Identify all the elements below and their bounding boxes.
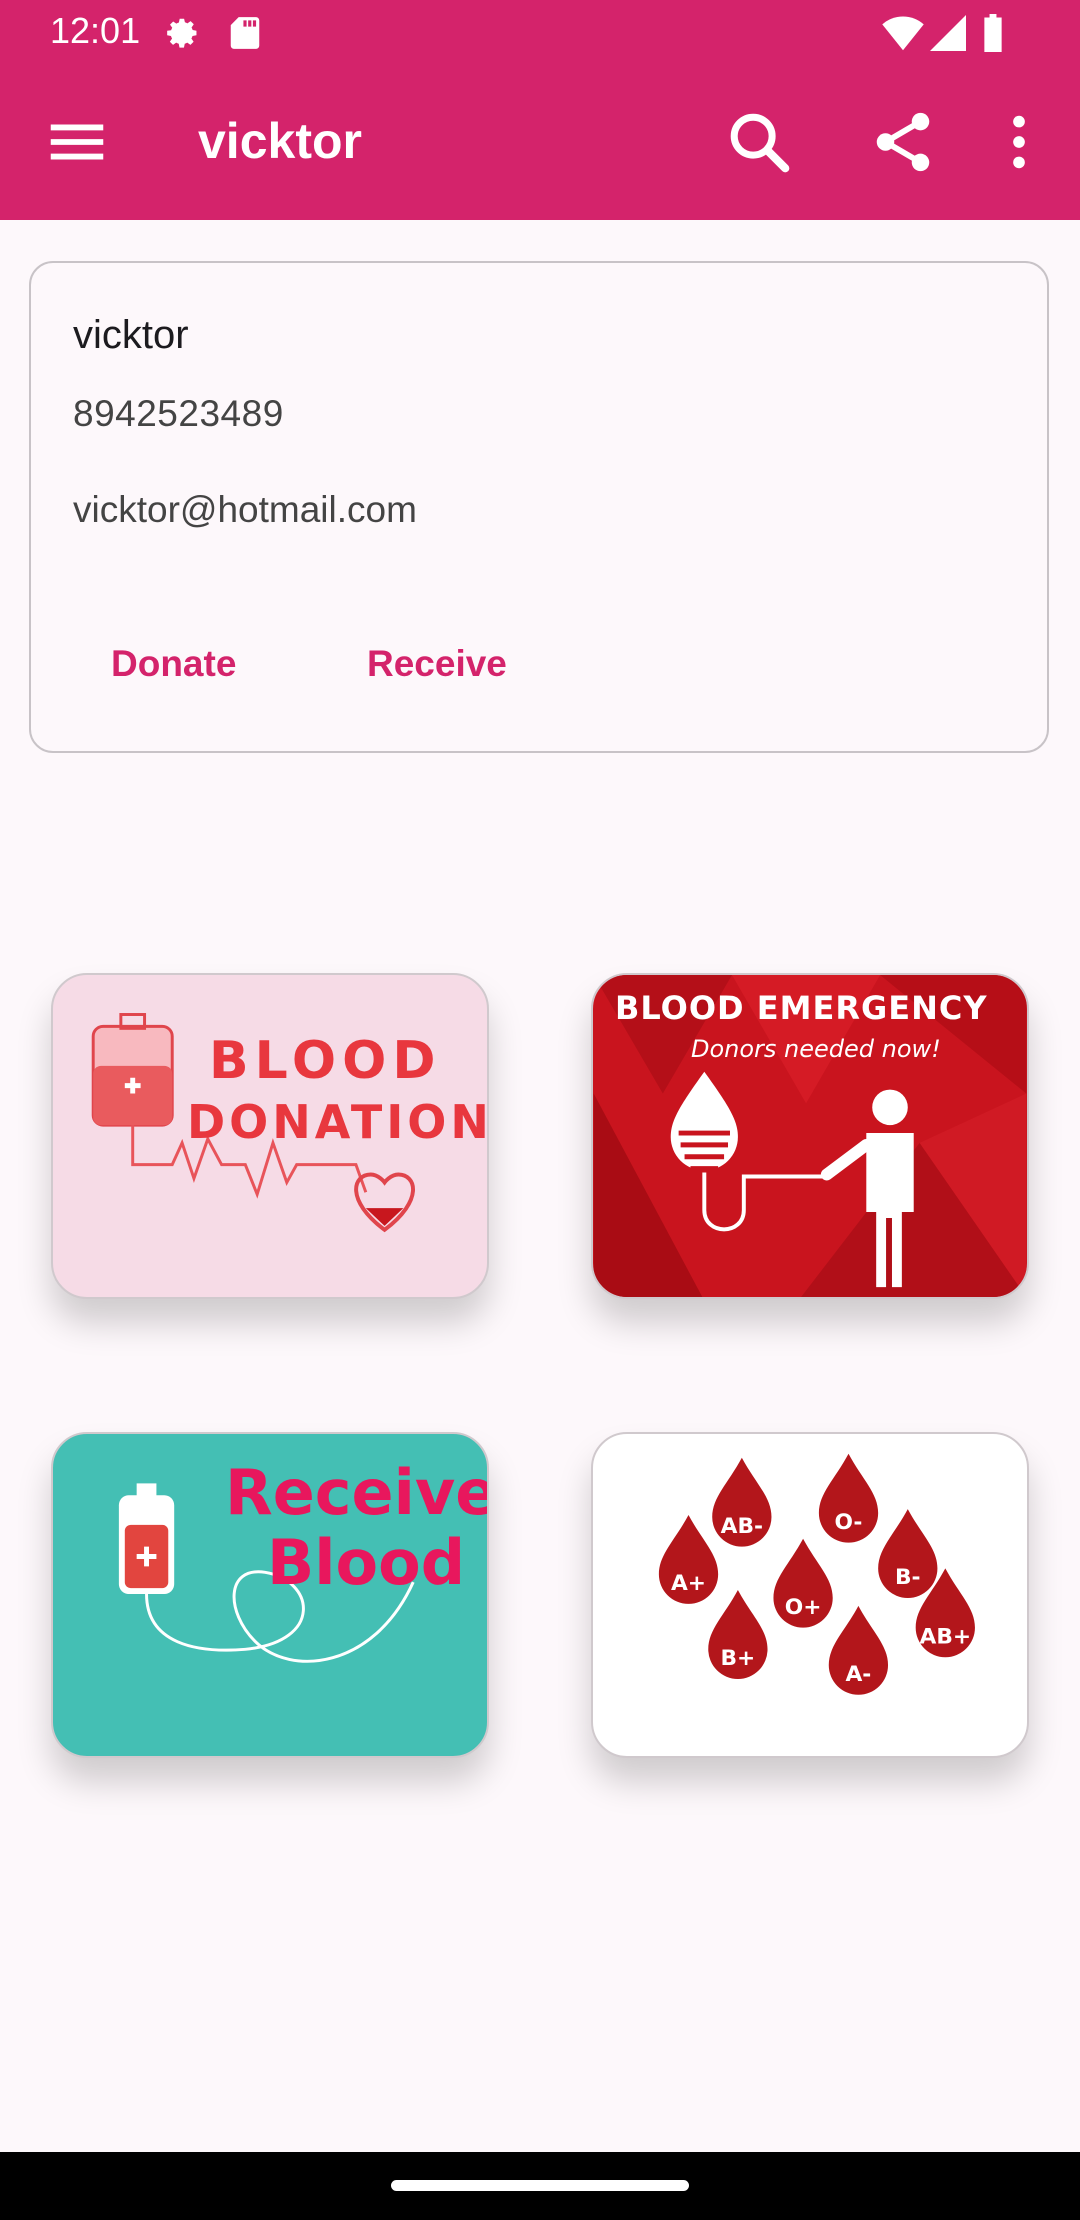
blood-types-tile[interactable]: AB- O- B- A+ O+ AB+ B+ A- — [591, 1432, 1029, 1758]
blood-type-label: O- — [835, 1510, 863, 1535]
more-vert-icon[interactable] — [984, 107, 1054, 177]
profile-name: vicktor — [73, 313, 189, 357]
search-icon[interactable] — [724, 107, 794, 177]
menu-icon[interactable] — [42, 107, 112, 177]
blood-types-illustration: AB- O- B- A+ O+ AB+ B+ A- — [658, 1453, 975, 1695]
profile-email: vicktor@hotmail.com — [73, 489, 417, 530]
receive-blood-line2: Blood — [267, 1526, 466, 1599]
sd-card-icon — [228, 14, 262, 57]
blood-donation-line1: BLOOD — [209, 1031, 442, 1091]
app-bar: 12:01 vicktor — [0, 0, 1080, 220]
signal-icon — [930, 14, 966, 57]
status-time: 12:01 — [50, 10, 141, 51]
share-icon[interactable] — [868, 107, 938, 177]
blood-type-label: A- — [845, 1662, 871, 1687]
blood-emergency-subtitle: Donors needed now! — [691, 1035, 941, 1063]
blood-type-label: A+ — [671, 1571, 706, 1596]
blood-drop-3: B- — [878, 1509, 938, 1598]
settings-icon — [164, 14, 202, 57]
battery-icon — [982, 14, 1004, 57]
blood-type-label: O+ — [785, 1595, 822, 1620]
home-gesture-handle[interactable] — [391, 2180, 689, 2191]
blood-type-label: AB- — [721, 1514, 763, 1539]
blood-drop-4: A+ — [658, 1514, 719, 1604]
blood-donation-line2: DONATION — [187, 1095, 489, 1149]
blood-type-label: B+ — [721, 1646, 756, 1671]
wifi-icon — [882, 14, 924, 57]
receive-blood-line1: Receive — [225, 1456, 489, 1529]
profile-card: vicktor 8942523489 vicktor@hotmail.com D… — [29, 261, 1049, 753]
blood-donation-tile[interactable]: BLOOD DONATION — [51, 973, 489, 1299]
profile-phone: 8942523489 — [73, 393, 284, 434]
blood-type-label: AB+ — [920, 1624, 972, 1649]
blood-emergency-title: BLOOD EMERGENCY — [615, 989, 988, 1027]
receive-button[interactable]: Receive — [367, 643, 507, 685]
status-bar: 12:01 — [0, 0, 1080, 66]
donate-button[interactable]: Donate — [111, 643, 236, 685]
blood-emergency-tile[interactable]: BLOOD EMERGENCY Donors needed now! — [591, 973, 1029, 1299]
blood-drop-2: O- — [818, 1453, 879, 1543]
blood-drop-1: AB- — [712, 1457, 772, 1547]
blood-drop-7: B+ — [708, 1590, 768, 1679]
blood-type-label: B- — [895, 1565, 921, 1590]
blood-drop-5: O+ — [773, 1538, 833, 1628]
toolbar-title: vicktor — [198, 113, 362, 169]
navigation-bar — [0, 2152, 1080, 2220]
receive-blood-tile[interactable]: Receive Blood — [51, 1432, 489, 1758]
blood-drop-8: A- — [828, 1605, 889, 1695]
